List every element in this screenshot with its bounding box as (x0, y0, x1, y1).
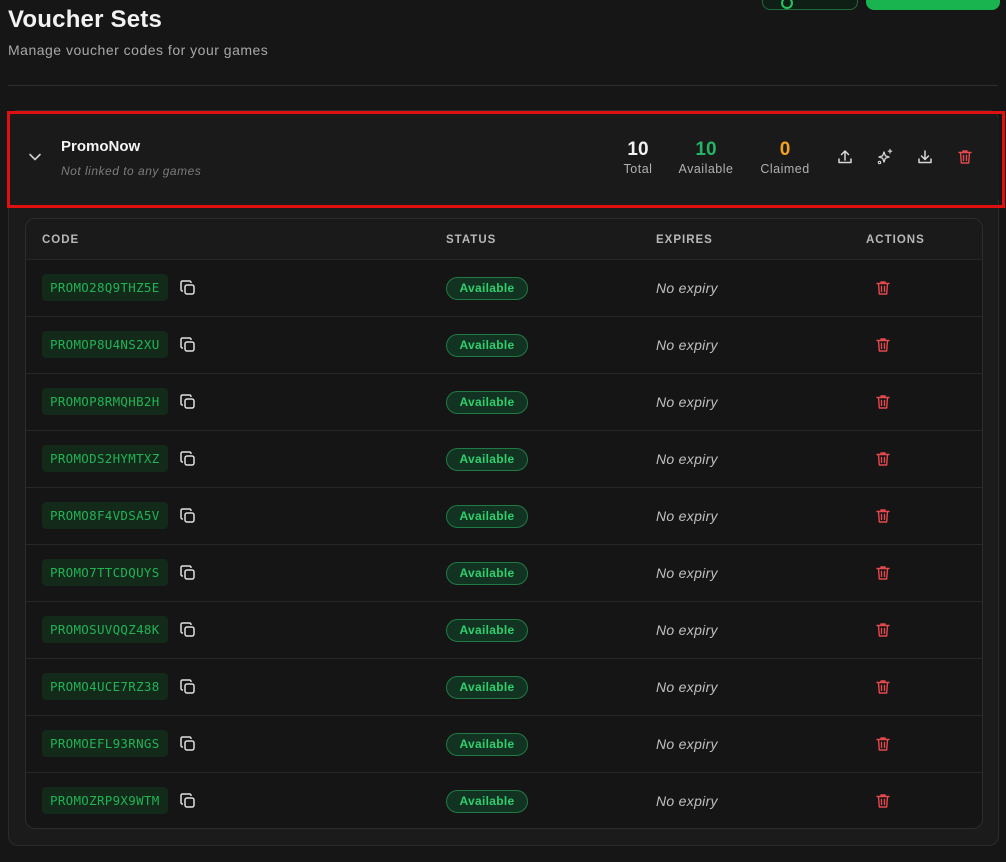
refresh-icon (781, 0, 793, 9)
voucher-code: PROMO28Q9THZ5E (42, 274, 168, 301)
voucher-code: PROMOSUVQQZ48K (42, 616, 168, 643)
sparkles-icon (877, 148, 893, 165)
trash-icon (958, 150, 972, 164)
status-badge: Available (446, 448, 528, 471)
voucher-code: PROMODS2HYMTXZ (42, 445, 168, 472)
generate-codes-button[interactable] (873, 145, 897, 169)
header-secondary-button[interactable] (762, 0, 858, 10)
expiry-text: No expiry (656, 565, 718, 581)
voucher-code: PROMOP8U4NS2XU (42, 331, 168, 358)
expiry-text: No expiry (656, 280, 718, 296)
column-header-code: CODE (42, 234, 80, 246)
table-header: CODE STATUS EXPIRES ACTIONS (26, 219, 982, 259)
trash-icon[interactable] (875, 450, 891, 468)
voucher-code: PROMOEFL93RNGS (42, 730, 168, 757)
expiry-text: No expiry (656, 793, 718, 809)
table-row: PROMOZRP9X9WTM Available No expiry (26, 772, 982, 828)
column-header-status: STATUS (446, 234, 497, 246)
header-primary-button[interactable] (866, 0, 1000, 10)
download-icon (918, 150, 932, 164)
status-badge: Available (446, 277, 528, 300)
trash-icon[interactable] (875, 678, 891, 696)
stat-available-value: 10 (695, 139, 717, 160)
status-badge: Available (446, 334, 528, 357)
copy-icon[interactable] (179, 735, 197, 753)
voucher-set-linked-games: Not linked to any games (61, 164, 202, 178)
stat-claimed: 0 Claimed (755, 139, 815, 176)
page-subtitle: Manage voucher codes for your games (8, 42, 269, 58)
stat-total: 10 Total (618, 139, 658, 176)
copy-icon[interactable] (179, 393, 197, 411)
copy-icon[interactable] (179, 564, 197, 582)
trash-icon[interactable] (875, 735, 891, 753)
status-badge: Available (446, 790, 528, 813)
upload-button[interactable] (833, 145, 857, 169)
expiry-text: No expiry (656, 337, 718, 353)
expiry-text: No expiry (656, 451, 718, 467)
voucher-code: PROMO7TTCDQUYS (42, 559, 168, 586)
divider (8, 85, 998, 86)
expiry-text: No expiry (656, 508, 718, 524)
column-header-actions: ACTIONS (866, 234, 925, 246)
status-badge: Available (446, 733, 528, 756)
table-row: PROMOP8RMQHB2H Available No expiry (26, 373, 982, 430)
table-row: PROMO4UCE7RZ38 Available No expiry (26, 658, 982, 715)
table-row: PROMO7TTCDQUYS Available No expiry (26, 544, 982, 601)
expiry-text: No expiry (656, 394, 718, 410)
copy-icon[interactable] (179, 336, 197, 354)
voucher-code: PROMOZRP9X9WTM (42, 787, 168, 814)
column-header-expires: EXPIRES (656, 234, 713, 246)
download-button[interactable] (913, 145, 937, 169)
copy-icon[interactable] (179, 450, 197, 468)
trash-icon[interactable] (875, 336, 891, 354)
table-row: PROMODS2HYMTXZ Available No expiry (26, 430, 982, 487)
copy-icon[interactable] (179, 507, 197, 525)
trash-icon[interactable] (875, 564, 891, 582)
trash-icon[interactable] (875, 393, 891, 411)
copy-icon[interactable] (179, 621, 197, 639)
voucher-codes-table: CODE STATUS EXPIRES ACTIONS PROMO28Q9THZ… (25, 218, 983, 829)
status-badge: Available (446, 505, 528, 528)
voucher-code: PROMO8F4VDSA5V (42, 502, 168, 529)
table-row: PROMOEFL93RNGS Available No expiry (26, 715, 982, 772)
trash-icon[interactable] (875, 792, 891, 810)
stat-available-label: Available (678, 162, 734, 176)
table-row: PROMOSUVQQZ48K Available No expiry (26, 601, 982, 658)
trash-icon[interactable] (875, 621, 891, 639)
copy-icon[interactable] (179, 792, 197, 810)
status-badge: Available (446, 676, 528, 699)
expiry-text: No expiry (656, 622, 718, 638)
table-row: PROMO28Q9THZ5E Available No expiry (26, 259, 982, 316)
stat-total-label: Total (623, 162, 653, 176)
voucher-code: PROMOP8RMQHB2H (42, 388, 168, 415)
stat-claimed-label: Claimed (760, 162, 810, 176)
status-badge: Available (446, 391, 528, 414)
table-row: PROMOP8U4NS2XU Available No expiry (26, 316, 982, 373)
copy-icon[interactable] (179, 678, 197, 696)
stat-total-value: 10 (627, 139, 649, 160)
expiry-text: No expiry (656, 736, 718, 752)
table-row: PROMO8F4VDSA5V Available No expiry (26, 487, 982, 544)
status-badge: Available (446, 562, 528, 585)
chevron-down-icon[interactable] (28, 150, 42, 164)
stat-available: 10 Available (674, 139, 738, 176)
copy-icon[interactable] (179, 279, 197, 297)
voucher-set-name: PromoNow (61, 138, 141, 155)
status-badge: Available (446, 619, 528, 642)
trash-icon[interactable] (875, 279, 891, 297)
delete-set-button[interactable] (953, 145, 977, 169)
expiry-text: No expiry (656, 679, 718, 695)
upload-icon (838, 150, 852, 164)
trash-icon[interactable] (875, 507, 891, 525)
page-title: Voucher Sets (8, 6, 163, 33)
stat-claimed-value: 0 (779, 139, 791, 160)
voucher-code: PROMO4UCE7RZ38 (42, 673, 168, 700)
